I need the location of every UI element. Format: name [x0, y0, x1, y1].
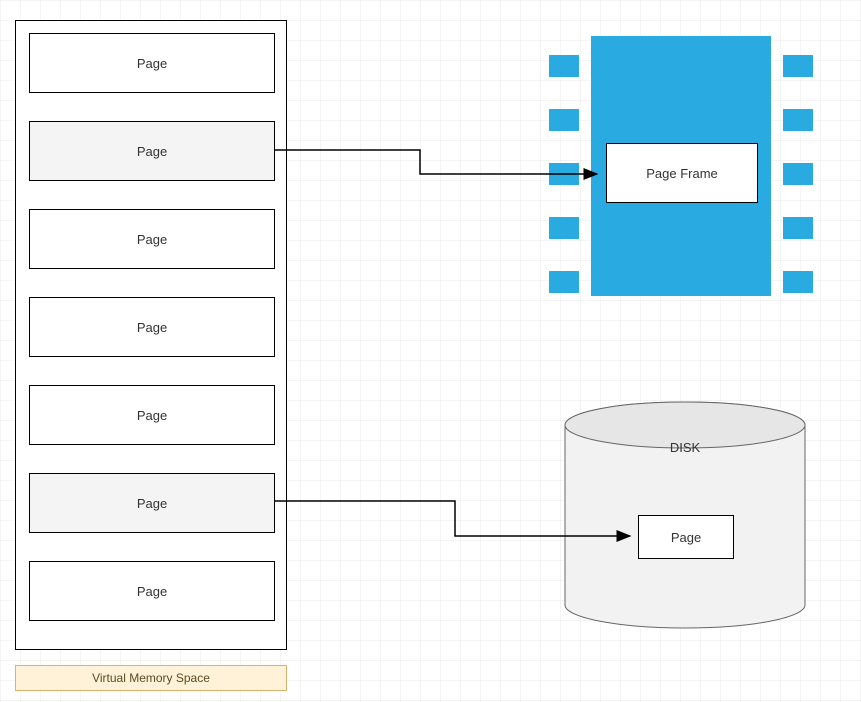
vm-page-label: Page	[137, 496, 167, 511]
disk-label: DISK	[560, 440, 810, 455]
page-frame-label: Page Frame	[646, 166, 718, 181]
vm-page-label: Page	[137, 584, 167, 599]
chip-pin-left-4	[549, 271, 579, 293]
vm-page-label: Page	[137, 408, 167, 423]
chip-pin-right-0	[783, 55, 813, 77]
disk-page-box: Page	[638, 515, 734, 559]
virtual-memory-label: Virtual Memory Space	[15, 665, 287, 691]
vm-label-text: Virtual Memory Space	[92, 671, 210, 685]
vm-page-label: Page	[137, 232, 167, 247]
chip-pin-right-2	[783, 163, 813, 185]
disk-page-label: Page	[671, 530, 701, 545]
chip-pin-left-1	[549, 109, 579, 131]
chip-pin-right-1	[783, 109, 813, 131]
virtual-memory-container: Page Page Page Page Page Page Page	[15, 20, 287, 650]
vm-page-0: Page	[29, 33, 275, 93]
vm-page-label: Page	[137, 320, 167, 335]
chip-pin-left-2	[549, 163, 579, 185]
vm-page-1: Page	[29, 121, 275, 181]
chip-pin-left-3	[549, 217, 579, 239]
vm-page-6: Page	[29, 561, 275, 621]
page-frame-box: Page Frame	[606, 143, 758, 203]
vm-page-label: Page	[137, 56, 167, 71]
chip-pin-left-0	[549, 55, 579, 77]
chip-pin-right-4	[783, 271, 813, 293]
chip-pin-right-3	[783, 217, 813, 239]
disk-label-text: DISK	[670, 440, 700, 455]
vm-page-2: Page	[29, 209, 275, 269]
vm-page-label: Page	[137, 144, 167, 159]
vm-page-5: Page	[29, 473, 275, 533]
vm-page-4: Page	[29, 385, 275, 445]
vm-page-3: Page	[29, 297, 275, 357]
